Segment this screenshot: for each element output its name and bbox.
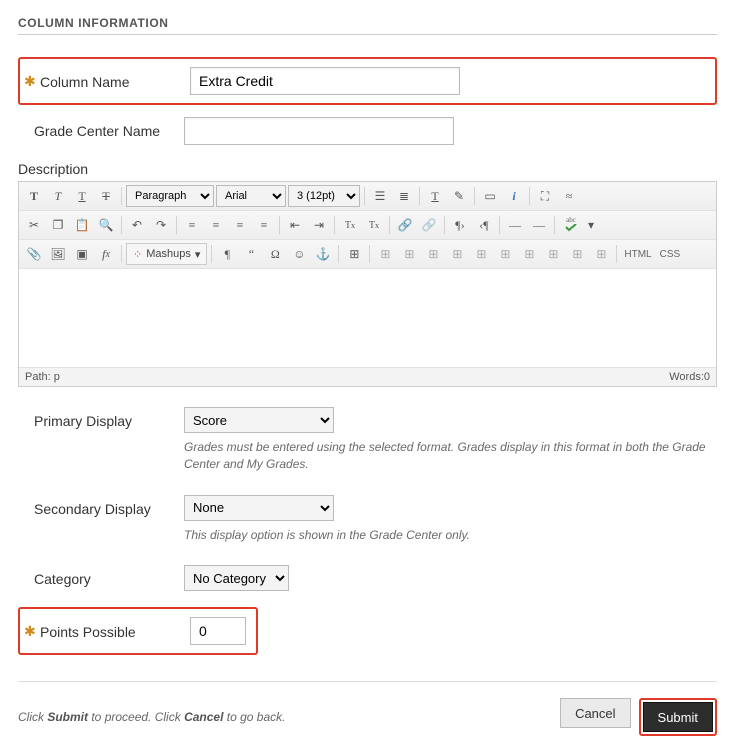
column-name-input[interactable] xyxy=(190,67,460,95)
points-possible-input[interactable] xyxy=(190,617,246,645)
table-cell-props-icon[interactable]: ⊞ xyxy=(398,243,420,265)
secondary-display-help: This display option is shown in the Grad… xyxy=(184,527,717,544)
submit-button[interactable]: Submit xyxy=(643,702,713,732)
find-icon[interactable]: 🔍 xyxy=(95,214,117,236)
symbol-icon[interactable]: Ω xyxy=(264,243,286,265)
mashups-icon: ⁘ xyxy=(133,248,142,261)
rich-text-editor: T T T T Paragraph Arial 3 (12pt) ☰ ≣ T ✎… xyxy=(18,181,717,387)
points-possible-label: Points Possible xyxy=(40,624,136,640)
required-icon: ✱ xyxy=(24,623,34,640)
align-left-icon[interactable]: ≡ xyxy=(181,214,203,236)
preview-icon[interactable]: ▭ xyxy=(479,185,501,207)
highlight-column-name: ✱ Column Name xyxy=(18,57,717,105)
grade-center-name-label: Grade Center Name xyxy=(34,123,160,139)
delete-row-icon[interactable]: ⊞ xyxy=(470,243,492,265)
primary-display-select[interactable]: Score xyxy=(184,407,334,433)
nbsp-icon[interactable]: ― xyxy=(528,214,550,236)
help-icon[interactable]: i xyxy=(503,185,525,207)
insert-media-icon[interactable]: ▣ xyxy=(71,243,93,265)
editor-textarea[interactable] xyxy=(19,269,716,367)
outdent-icon[interactable]: ⇤ xyxy=(284,214,306,236)
cut-icon[interactable]: ✂ xyxy=(23,214,45,236)
align-center-icon[interactable]: ≡ xyxy=(205,214,227,236)
insert-row-before-icon[interactable]: ⊞ xyxy=(422,243,444,265)
font-size-select[interactable]: 3 (12pt) xyxy=(288,185,360,207)
insert-col-after-icon[interactable]: ⊞ xyxy=(518,243,540,265)
toolbar-row-2: ✂ ❐ 📋 🔍 ↶ ↷ ≡ ≡ ≡ ≡ ⇤ ⇥ Tx Tx 🔗 🔗 ¶› ‹¶ xyxy=(19,211,716,240)
bold-icon[interactable]: T xyxy=(23,185,45,207)
primary-display-help: Grades must be entered using the selecte… xyxy=(184,439,717,473)
underline-icon[interactable]: T xyxy=(71,185,93,207)
superscript-icon[interactable]: Tx xyxy=(339,214,361,236)
anchor-icon[interactable]: ⚓ xyxy=(312,243,334,265)
delete-col-icon[interactable]: ⊞ xyxy=(542,243,564,265)
highlight-submit: Submit xyxy=(639,698,717,736)
blockquote-icon[interactable]: “ xyxy=(240,243,262,265)
column-name-label: Column Name xyxy=(40,74,129,90)
hr-icon[interactable]: — xyxy=(504,214,526,236)
toolbar-row-1: T T T T Paragraph Arial 3 (12pt) ☰ ≣ T ✎… xyxy=(19,182,716,211)
spellcheck-icon[interactable] xyxy=(559,214,583,236)
primary-display-label: Primary Display xyxy=(34,413,132,429)
css-button[interactable]: CSS xyxy=(657,249,684,260)
toolbar-row-3: 📎 🖼 ▣ fx ⁘ Mashups ▾ ¶ “ Ω ☺ ⚓ ⊞ ⊞ ⊞ ⊞ ⊞… xyxy=(19,240,716,269)
editor-footer: Path: p Words:0 xyxy=(19,367,716,386)
redo-icon[interactable]: ↷ xyxy=(150,214,172,236)
category-select[interactable]: No Category xyxy=(184,565,289,591)
footer: Click Submit to proceed. Click Cancel to… xyxy=(18,681,717,736)
footer-instruction: Click Submit to proceed. Click Cancel to… xyxy=(18,710,285,724)
insert-image-icon[interactable]: 🖼 xyxy=(47,243,69,265)
unlink-icon[interactable]: 🔗 xyxy=(418,214,440,236)
secondary-display-label: Secondary Display xyxy=(34,501,151,517)
mashups-button[interactable]: ⁘ Mashups ▾ xyxy=(126,243,207,265)
rtl-icon[interactable]: ‹¶ xyxy=(473,214,495,236)
collapse-icon[interactable]: ≈ xyxy=(558,185,580,207)
insert-row-after-icon[interactable]: ⊞ xyxy=(446,243,468,265)
grade-center-name-input[interactable] xyxy=(184,117,454,145)
highlight-color-icon[interactable]: ✎ xyxy=(448,185,470,207)
spellcheck-dropdown-icon[interactable]: ▾ xyxy=(585,214,597,236)
highlight-points-possible: ✱ Points Possible xyxy=(18,607,258,655)
indent-icon[interactable]: ⇥ xyxy=(308,214,330,236)
merge-cells-icon[interactable]: ⊞ xyxy=(566,243,588,265)
link-icon[interactable]: 🔗 xyxy=(394,214,416,236)
required-icon: ✱ xyxy=(24,73,34,90)
italic-icon[interactable]: T xyxy=(47,185,69,207)
paragraph-format-select[interactable]: Paragraph xyxy=(126,185,214,207)
show-nonprinting-icon[interactable]: ¶ xyxy=(216,243,238,265)
editor-wordcount: Words:0 xyxy=(669,371,710,383)
fullscreen-icon[interactable]: ⛶ xyxy=(534,185,556,207)
split-cells-icon[interactable]: ⊞ xyxy=(590,243,612,265)
emoticon-icon[interactable]: ☺ xyxy=(288,243,310,265)
insert-table-icon[interactable]: ⊞ xyxy=(343,243,365,265)
description-label: Description xyxy=(18,161,717,177)
attach-file-icon[interactable]: 📎 xyxy=(23,243,45,265)
section-header: COLUMN INFORMATION xyxy=(18,16,717,35)
secondary-display-select[interactable]: None xyxy=(184,495,334,521)
font-family-select[interactable]: Arial xyxy=(216,185,286,207)
category-label: Category xyxy=(34,571,91,587)
align-right-icon[interactable]: ≡ xyxy=(229,214,251,236)
cancel-button[interactable]: Cancel xyxy=(560,698,630,728)
text-color-icon[interactable]: T xyxy=(424,185,446,207)
ltr-icon[interactable]: ¶› xyxy=(449,214,471,236)
editor-path: Path: p xyxy=(25,371,60,383)
html-button[interactable]: HTML xyxy=(621,249,654,260)
undo-icon[interactable]: ↶ xyxy=(126,214,148,236)
numbered-list-icon[interactable]: ≣ xyxy=(393,185,415,207)
strikethrough-icon[interactable]: T xyxy=(95,185,117,207)
bullet-list-icon[interactable]: ☰ xyxy=(369,185,391,207)
subscript-icon[interactable]: Tx xyxy=(363,214,385,236)
insert-col-before-icon[interactable]: ⊞ xyxy=(494,243,516,265)
paste-icon[interactable]: 📋 xyxy=(71,214,93,236)
align-justify-icon[interactable]: ≡ xyxy=(253,214,275,236)
table-row-props-icon[interactable]: ⊞ xyxy=(374,243,396,265)
math-editor-icon[interactable]: fx xyxy=(95,243,117,265)
copy-icon[interactable]: ❐ xyxy=(47,214,69,236)
